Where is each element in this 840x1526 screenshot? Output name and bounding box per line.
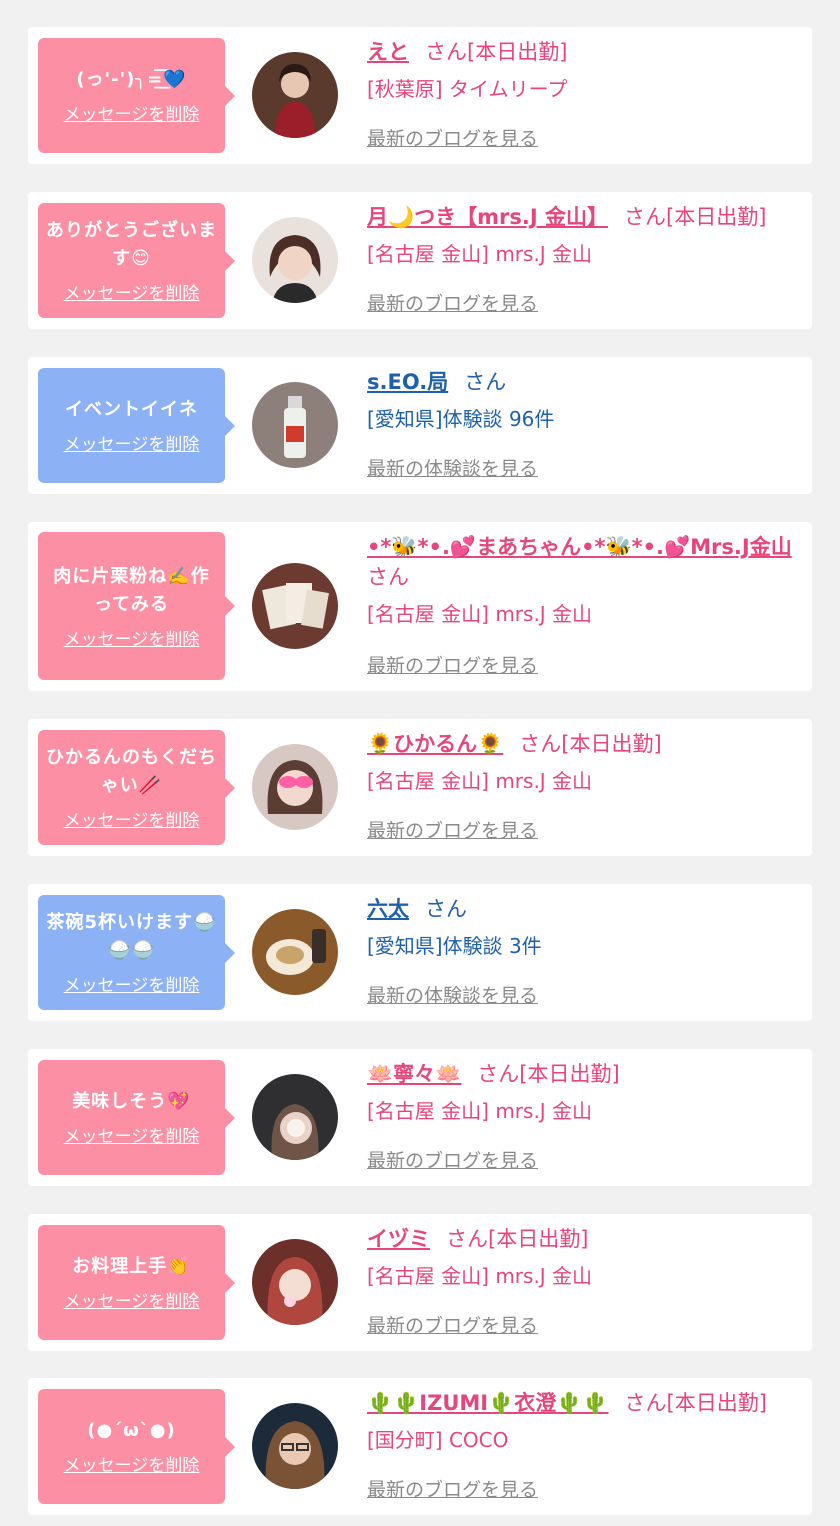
sender-name-link[interactable]: 🪷寧々🪷 xyxy=(367,1062,461,1086)
message-bubble: (●´ω`●) メッセージを削除 xyxy=(38,1389,235,1504)
message-card: (●´ω`●) メッセージを削除 🌵🌵IZUMI🌵衣澄🌵🌵 さん[本日出勤] [国… xyxy=(28,1378,812,1515)
avatar[interactable] xyxy=(252,382,338,468)
message-text: ありがとうございます😊 xyxy=(46,220,217,269)
message-bubble: 美味しそう💖 メッセージを削除 xyxy=(38,1060,235,1175)
message-card: イベントイイネ メッセージを削除 s.EO.局 さん [愛知県]体験談 96件 最… xyxy=(28,357,812,494)
sender-suffix: さん[本日出勤] xyxy=(519,732,662,756)
latest-blog-link[interactable]: 最新のブログを見る xyxy=(367,816,538,843)
sender-name-link[interactable]: 🌻ひかるん🌻 xyxy=(367,732,503,756)
sender-suffix: さん[本日出勤] xyxy=(446,1227,589,1251)
sender-shop: [名古屋 金山] mrs.J 金山 xyxy=(367,769,593,793)
avatar[interactable] xyxy=(252,217,338,303)
latest-review-link[interactable]: 最新の体験談を見る xyxy=(367,454,538,481)
sender-suffix: さん[本日出勤] xyxy=(477,1062,620,1086)
sender-shop: [名古屋 金山] mrs.J 金山 xyxy=(367,242,593,266)
message-text: (●´ω`●) xyxy=(87,1420,176,1441)
latest-blog-link[interactable]: 最新のブログを見る xyxy=(367,1146,538,1173)
message-bubble: お料理上手👏 メッセージを削除 xyxy=(38,1225,235,1340)
latest-blog-link[interactable]: 最新のブログを見る xyxy=(367,1311,538,1338)
message-card: 美味しそう💖 メッセージを削除 🪷寧々🪷 さん[本日出勤] [名古屋 金山] mr… xyxy=(28,1049,812,1186)
sender-suffix: さん[本日出勤] xyxy=(624,1391,767,1415)
sender-info: 🌻ひかるん🌻 さん[本日出勤] [名古屋 金山] mrs.J 金山 xyxy=(367,729,794,796)
message-text: ひかるんのもくだちゃい🥢 xyxy=(46,747,217,796)
message-text: 美味しそう💖 xyxy=(72,1091,191,1112)
avatar[interactable] xyxy=(252,909,338,995)
delete-message-link[interactable]: メッセージを削除 xyxy=(64,1451,200,1476)
delete-message-link[interactable]: メッセージを削除 xyxy=(64,806,200,831)
latest-blog-link[interactable]: 最新のブログを見る xyxy=(367,1475,538,1502)
message-text: (っ'-')╮=͟͟͞͞💙 xyxy=(76,69,187,90)
message-bubble: ありがとうございます😊 メッセージを削除 xyxy=(38,203,235,318)
delete-message-link[interactable]: メッセージを削除 xyxy=(64,1287,200,1312)
message-bubble: 肉に片栗粉ね✍️作ってみる メッセージを削除 xyxy=(38,532,235,680)
avatar[interactable] xyxy=(252,563,338,649)
delete-message-link[interactable]: メッセージを削除 xyxy=(64,279,200,304)
sender-info: 月🌙つき【mrs.J 金山】 さん[本日出勤] [名古屋 金山] mrs.J 金山 xyxy=(367,202,794,269)
avatar[interactable] xyxy=(252,1074,338,1160)
message-bubble: 茶碗5杯いけます🍚🍚🍚 メッセージを削除 xyxy=(38,895,235,1010)
delete-message-link[interactable]: メッセージを削除 xyxy=(64,971,200,996)
sender-info: えと さん[本日出勤] [秋葉原] タイムリープ xyxy=(367,37,794,104)
sender-name-link[interactable]: イヅミ xyxy=(367,1227,430,1251)
sender-suffix: さん xyxy=(464,370,507,394)
delete-message-link[interactable]: メッセージを削除 xyxy=(64,1122,200,1147)
avatar[interactable] xyxy=(252,744,338,830)
message-bubble: ひかるんのもくだちゃい🥢 メッセージを削除 xyxy=(38,730,235,845)
avatar[interactable] xyxy=(252,1239,338,1325)
message-text: 茶碗5杯いけます🍚🍚🍚 xyxy=(46,912,217,961)
sender-info: s.EO.局 さん [愛知県]体験談 96件 xyxy=(367,367,794,434)
message-bubble: (っ'-')╮=͟͟͞͞💙 メッセージを削除 xyxy=(38,38,235,153)
delete-message-link[interactable]: メッセージを削除 xyxy=(64,430,200,455)
message-card: ありがとうございます😊 メッセージを削除 月🌙つき【mrs.J 金山】 さん[本日… xyxy=(28,192,812,329)
sender-name-link[interactable]: 月🌙つき【mrs.J 金山】 xyxy=(367,205,608,229)
latest-blog-link[interactable]: 最新のブログを見る xyxy=(367,124,538,151)
latest-blog-link[interactable]: 最新のブログを見る xyxy=(367,651,538,678)
message-list: (っ'-')╮=͟͟͞͞💙 メッセージを削除 えと さん[本日出勤] [秋葉原] … xyxy=(0,0,840,1526)
sender-review-count: [愛知県]体験談 3件 xyxy=(367,934,542,958)
sender-shop: [名古屋 金山] mrs.J 金山 xyxy=(367,1264,593,1288)
message-text: お料理上手👏 xyxy=(72,1256,191,1277)
sender-name-link[interactable]: •*🐝*•.💕まあちゃん•*🐝*•.💕Mrs.J金山 xyxy=(367,535,792,559)
sender-suffix: さん xyxy=(425,897,467,921)
sender-name-link[interactable]: えと xyxy=(367,40,409,64)
message-text: 肉に片栗粉ね✍️作ってみる xyxy=(53,565,210,615)
sender-shop: [名古屋 金山] mrs.J 金山 xyxy=(367,602,593,626)
delete-message-link[interactable]: メッセージを削除 xyxy=(64,100,200,125)
message-bubble: イベントイイネ メッセージを削除 xyxy=(38,368,235,483)
message-card: 茶碗5杯いけます🍚🍚🍚 メッセージを削除 六太 さん [愛知県]体験談 3件 最新… xyxy=(28,884,812,1021)
sender-name-link[interactable]: 🌵🌵IZUMI🌵衣澄🌵🌵 xyxy=(367,1391,609,1415)
message-text: イベントイイネ xyxy=(65,399,198,420)
latest-blog-link[interactable]: 最新のブログを見る xyxy=(367,289,538,316)
sender-shop: [秋葉原] タイムリープ xyxy=(367,77,568,101)
sender-info: イヅミ さん[本日出勤] [名古屋 金山] mrs.J 金山 xyxy=(367,1224,794,1291)
message-card: ひかるんのもくだちゃい🥢 メッセージを削除 🌻ひかるん🌻 さん[本日出勤] [名古… xyxy=(28,719,812,856)
sender-suffix: さん[本日出勤] xyxy=(425,40,568,64)
sender-shop: [国分町] COCO xyxy=(367,1428,509,1452)
sender-shop: [名古屋 金山] mrs.J 金山 xyxy=(367,1099,593,1123)
avatar[interactable] xyxy=(252,1403,338,1489)
sender-suffix: さん[本日出勤] xyxy=(624,205,767,229)
latest-review-link[interactable]: 最新の体験談を見る xyxy=(367,981,538,1008)
sender-info: •*🐝*•.💕まあちゃん•*🐝*•.💕Mrs.J金山 さん [名古屋 金山] mr… xyxy=(367,532,794,629)
sender-info: 🪷寧々🪷 さん[本日出勤] [名古屋 金山] mrs.J 金山 xyxy=(367,1059,794,1126)
message-card: 肉に片栗粉ね✍️作ってみる メッセージを削除 •*🐝*•.💕まあちゃん•*🐝*•… xyxy=(28,522,812,691)
sender-info: 六太 さん [愛知県]体験談 3件 xyxy=(367,894,794,961)
message-card: (っ'-')╮=͟͟͞͞💙 メッセージを削除 えと さん[本日出勤] [秋葉原] … xyxy=(28,27,812,164)
sender-name-link[interactable]: s.EO.局 xyxy=(367,370,448,394)
avatar[interactable] xyxy=(252,52,338,138)
message-card: お料理上手👏 メッセージを削除 イヅミ さん[本日出勤] [名古屋 金山] mrs… xyxy=(28,1214,812,1351)
sender-info: 🌵🌵IZUMI🌵衣澄🌵🌵 さん[本日出勤] [国分町] COCO xyxy=(367,1388,794,1455)
sender-name-link[interactable]: 六太 xyxy=(367,897,409,921)
delete-message-link[interactable]: メッセージを削除 xyxy=(64,625,200,650)
sender-review-count: [愛知県]体験談 96件 xyxy=(367,407,555,431)
sender-suffix: さん xyxy=(367,565,409,589)
